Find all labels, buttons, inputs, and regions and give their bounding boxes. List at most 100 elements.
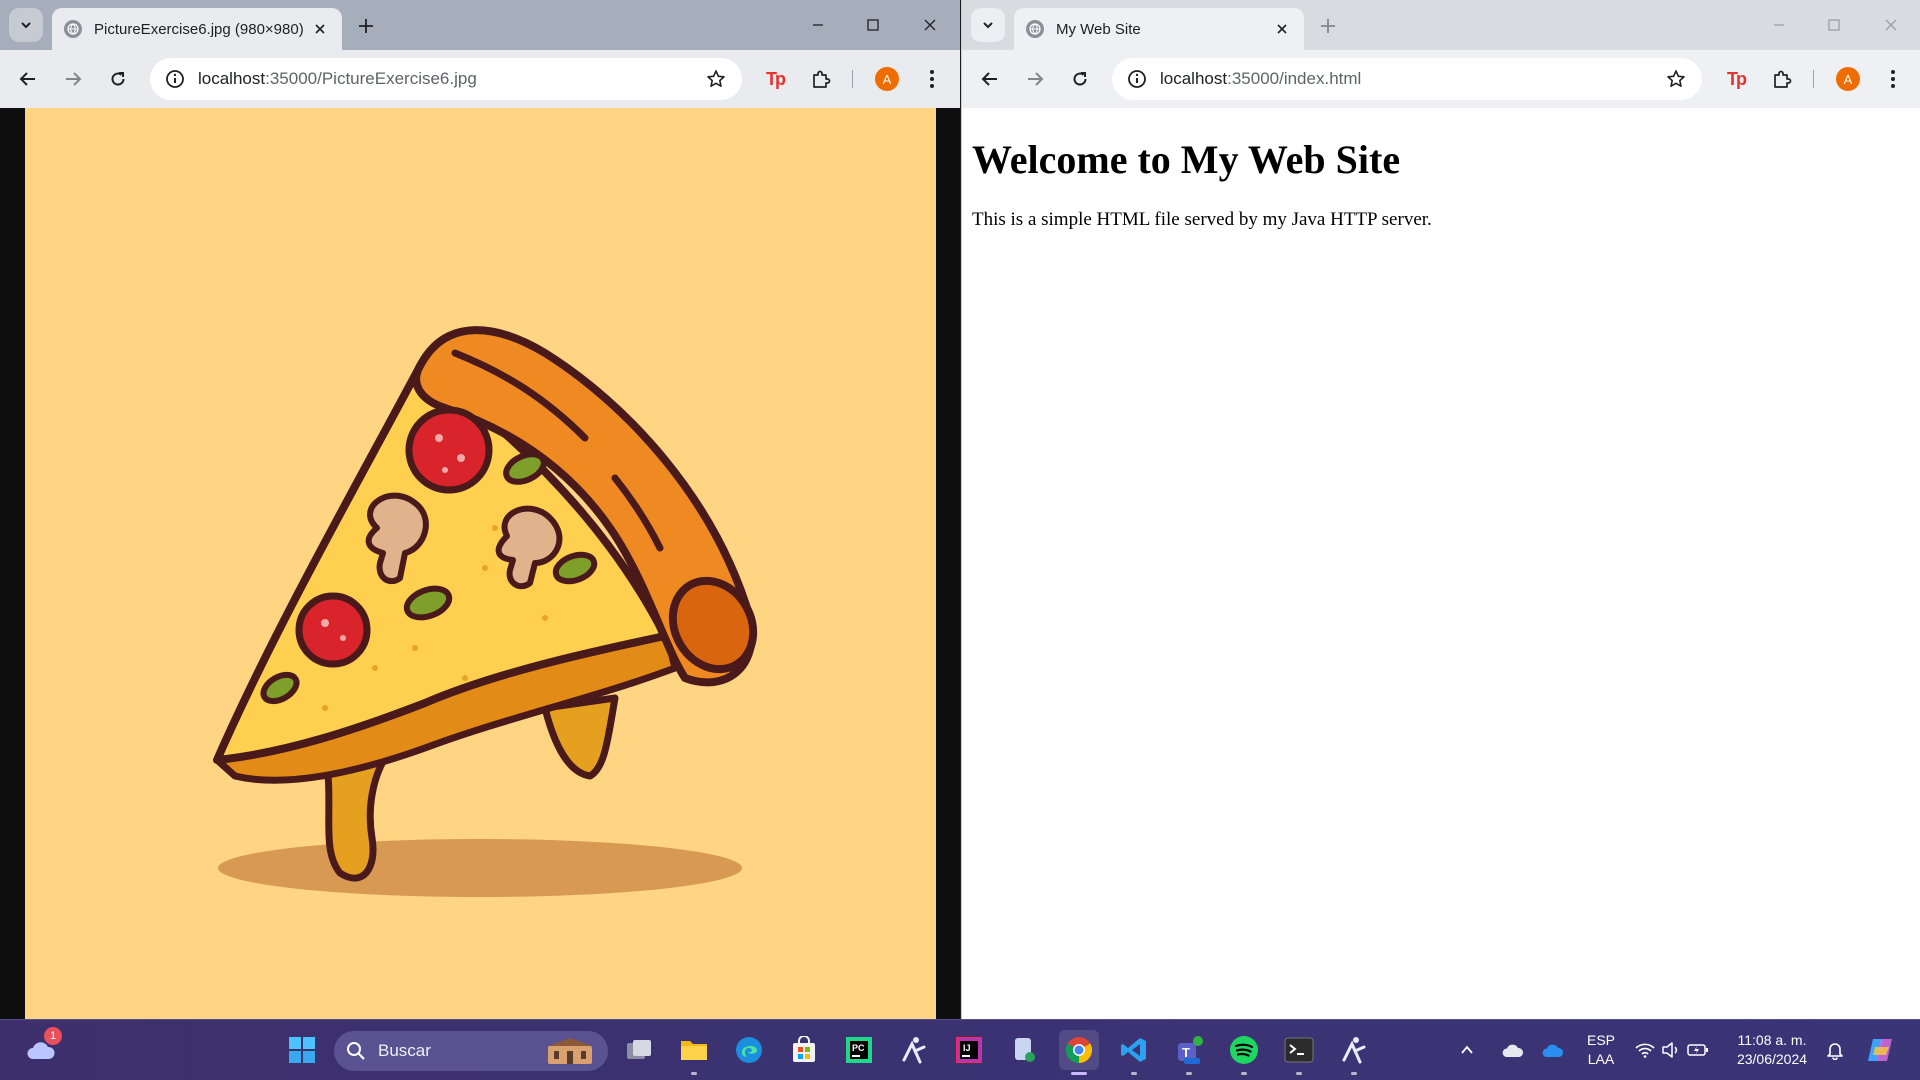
back-button[interactable] — [973, 62, 1007, 96]
arrow-right-icon — [1028, 72, 1044, 86]
start-button[interactable] — [282, 1030, 322, 1070]
tab-title: PictureExercise6.jpg (980×980) — [94, 20, 304, 38]
bookmark-star-icon[interactable] — [1664, 67, 1688, 91]
back-button[interactable] — [11, 62, 45, 96]
volume-icon — [1662, 1042, 1678, 1058]
tab-search-button[interactable] — [971, 8, 1005, 42]
language-indicator[interactable]: ESP LAA — [1578, 1031, 1624, 1069]
running-indicator — [1351, 1072, 1357, 1075]
chrome-icon — [1065, 1037, 1093, 1064]
reload-button[interactable] — [101, 62, 135, 96]
address-bar[interactable]: localhost:35000/PictureExercise6.jpg — [150, 58, 742, 100]
menu-button[interactable] — [915, 62, 949, 96]
taskbar-app-edge[interactable] — [729, 1030, 769, 1070]
forward-button[interactable] — [1018, 62, 1052, 96]
running-indicator — [1186, 1072, 1192, 1075]
taskbar-app-vscode[interactable] — [1114, 1030, 1154, 1075]
tab-active[interactable]: My Web Site — [1014, 8, 1304, 50]
new-tab-button[interactable] — [1314, 12, 1342, 40]
close-tab-icon[interactable] — [310, 19, 330, 39]
language-code: ESP — [1586, 1032, 1615, 1048]
tp-extension-icon: Tp — [1727, 68, 1747, 89]
profile-button[interactable]: A — [1831, 62, 1865, 96]
site-info-icon[interactable] — [164, 68, 186, 90]
running-indicator — [1296, 1072, 1302, 1075]
running-indicator — [1241, 1072, 1247, 1075]
browser-window-right: My Web Site localhost:35000/index.html T… — [961, 0, 1920, 1019]
close-window-button[interactable] — [907, 8, 953, 42]
clock-date: 23/06/2024 — [1736, 1051, 1808, 1067]
task-view-icon — [627, 1040, 651, 1059]
quick-settings-button[interactable] — [1632, 1030, 1712, 1070]
taskbar-app-spotify[interactable] — [1224, 1030, 1264, 1075]
bookmark-star-icon[interactable] — [704, 67, 728, 91]
page-paragraph: This is a simple HTML file served by my … — [972, 209, 1432, 230]
tp-extension-button[interactable]: Tp — [1719, 62, 1753, 96]
taskbar-app-files[interactable] — [1004, 1030, 1044, 1070]
taskbar-app-pycharm[interactable]: PC — [839, 1030, 879, 1070]
desktop: PictureExercise6.jpg (980×980) localhost… — [0, 0, 1920, 1080]
extensions-button[interactable] — [804, 62, 838, 96]
copilot-button[interactable] — [1860, 1030, 1900, 1070]
cloud-icon — [1502, 1044, 1524, 1057]
onedrive-tray-button[interactable] — [1497, 1030, 1527, 1070]
weather-widget[interactable]: 1 — [20, 1027, 62, 1070]
running-indicator — [691, 1072, 697, 1075]
url-text: localhost:35000/index.html — [1160, 69, 1664, 89]
reload-icon — [1073, 72, 1087, 86]
taskbar-search[interactable]: Buscar — [334, 1031, 608, 1071]
close-icon — [924, 19, 936, 31]
extensions-button[interactable] — [1765, 62, 1799, 96]
profile-button[interactable]: A — [870, 62, 904, 96]
chevron-down-icon — [983, 22, 993, 29]
kebab-menu-icon — [930, 70, 934, 88]
new-tab-button[interactable] — [352, 12, 380, 40]
url-host: localhost — [198, 69, 266, 88]
close-window-button[interactable] — [1868, 8, 1914, 42]
forward-button[interactable] — [56, 62, 90, 96]
taskbar-app-file-explorer[interactable] — [674, 1030, 714, 1075]
url-path: :35000/index.html — [1227, 69, 1362, 88]
taskbar-app-accessibility[interactable] — [894, 1030, 934, 1070]
arrow-right-icon — [66, 72, 82, 86]
notifications-button[interactable] — [1820, 1030, 1850, 1070]
tab-search-button[interactable] — [9, 8, 43, 42]
notification-badge: 1 — [44, 1027, 62, 1045]
taskbar-app-accessibility-2[interactable] — [1334, 1030, 1374, 1075]
taskbar-app-intellij[interactable]: IJ — [949, 1030, 989, 1070]
minimize-button[interactable] — [1756, 8, 1802, 42]
taskbar-app-chrome[interactable] — [1059, 1030, 1099, 1075]
vscode-icon — [1121, 1038, 1146, 1062]
tp-extension-icon: Tp — [766, 68, 786, 89]
tab-active[interactable]: PictureExercise6.jpg (980×980) — [52, 8, 342, 50]
close-icon — [1885, 19, 1897, 31]
bell-icon — [1827, 1043, 1843, 1060]
site-info-icon[interactable] — [1126, 68, 1148, 90]
taskbar-app-task-view[interactable] — [619, 1030, 659, 1070]
clock[interactable]: 11:08 a. m. 23/06/2024 — [1727, 1031, 1817, 1069]
reload-button[interactable] — [1063, 62, 1097, 96]
plus-icon — [359, 19, 373, 33]
url-text: localhost:35000/PictureExercise6.jpg — [198, 69, 704, 89]
close-tab-icon[interactable] — [1272, 19, 1292, 39]
onedrive-business-tray-button[interactable] — [1537, 1030, 1567, 1070]
document-app-icon — [1015, 1038, 1035, 1062]
taskbar-app-terminal[interactable] — [1279, 1030, 1319, 1075]
reload-icon — [111, 72, 125, 86]
address-bar[interactable]: localhost:35000/index.html — [1112, 58, 1702, 100]
show-hidden-icons-button[interactable] — [1452, 1030, 1482, 1070]
taskbar-app-teams[interactable]: T — [1169, 1030, 1209, 1075]
tp-extension-button[interactable]: Tp — [758, 62, 792, 96]
maximize-button[interactable] — [1811, 8, 1857, 42]
minimize-button[interactable] — [795, 8, 841, 42]
folder-icon — [681, 1041, 707, 1060]
menu-button[interactable] — [1876, 62, 1910, 96]
chevron-up-icon — [1461, 1045, 1473, 1054]
edge-icon — [736, 1037, 762, 1063]
taskbar-app-store[interactable] — [784, 1030, 824, 1070]
pizza-image[interactable] — [25, 108, 936, 1019]
page-heading: Welcome to My Web Site — [972, 137, 1401, 182]
intellij-icon: IJ — [956, 1037, 982, 1063]
battery-icon — [1687, 1044, 1708, 1056]
maximize-button[interactable] — [850, 8, 896, 42]
